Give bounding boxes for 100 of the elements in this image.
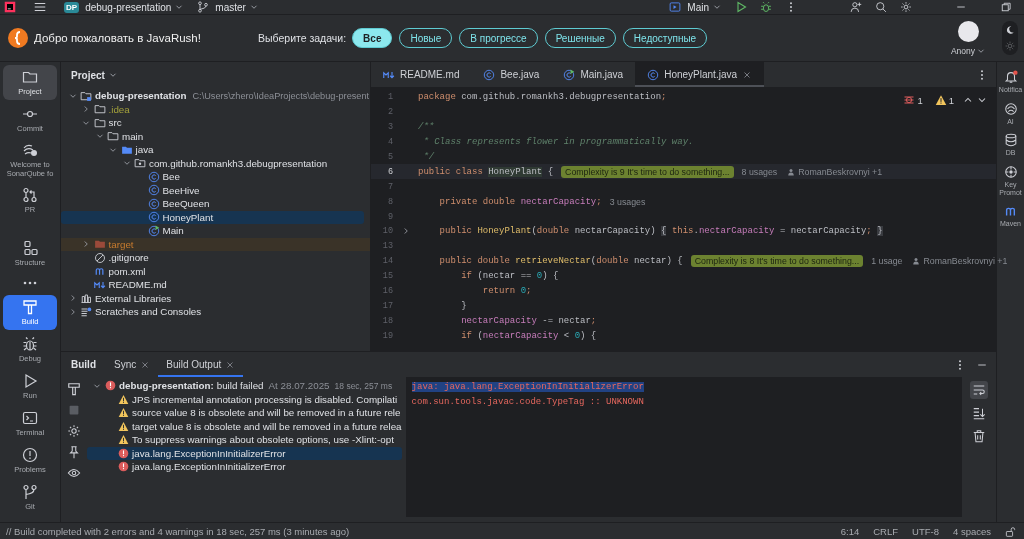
code-line: if (nectar == 0) {	[460, 271, 559, 282]
build-title[interactable]: debug-presentation:	[119, 380, 214, 392]
selected-tree-row[interactable]: java.lang.ExceptionInInitializerError	[87, 446, 402, 460]
moon-icon	[1005, 25, 1015, 35]
error-count[interactable]: 1	[917, 94, 923, 106]
line-number: 9	[386, 211, 393, 222]
pull-request-icon	[22, 186, 38, 203]
build-duration: 18 sec, 257 ms	[334, 380, 393, 391]
hammer-icon	[22, 298, 38, 315]
tree-item-label[interactable]: target	[108, 238, 134, 250]
tree-item-label[interactable]: java	[135, 144, 154, 156]
editor-tab[interactable]: Bee.java	[471, 62, 552, 87]
soft-wrap-icon[interactable]	[970, 381, 988, 399]
usages-hint[interactable]: 1 usage	[871, 256, 903, 267]
settings-icon[interactable]	[900, 1, 912, 13]
close-icon[interactable]	[742, 69, 752, 80]
pin-icon[interactable]	[67, 445, 81, 459]
complexity-hint[interactable]: Complexity is 8 It's time to do something...	[690, 255, 864, 268]
tree-item-label[interactable]: .idea	[108, 103, 130, 115]
filter-tab[interactable]: Все	[352, 28, 393, 48]
tree-item-label[interactable]: Bee	[162, 171, 180, 183]
tree-item-label[interactable]: HoneyPlant	[162, 211, 214, 223]
javarush-logo-icon	[8, 28, 28, 48]
run-icon	[22, 372, 38, 389]
theme-switch[interactable]	[1002, 21, 1018, 55]
editor-tab[interactable]: README.md	[371, 62, 472, 87]
code-line: package com.github.romankh3.debugpresentation;	[418, 92, 667, 103]
bug-icon	[22, 335, 38, 352]
class-icon	[147, 224, 160, 237]
debug-icon[interactable]	[760, 1, 772, 13]
tree-item-label[interactable]: Main	[162, 225, 184, 237]
code-line: public class HoneyPlant {	[418, 166, 554, 177]
build-date: At 28.07.2025	[268, 380, 330, 392]
status-message: // Build completed with 2 errors and 4 warnings in 18 sec, 257 ms (3 minutes ago)	[6, 525, 350, 537]
avatar[interactable]	[957, 20, 979, 42]
branch-name[interactable]: master	[215, 1, 246, 13]
tree-item-label[interactable]: BeeQueen	[162, 198, 210, 210]
error-count-icon[interactable]	[903, 94, 916, 106]
caret-position[interactable]: 6:14	[840, 525, 860, 537]
class-icon	[147, 197, 160, 210]
tree-item-label[interactable]: pom.xml	[108, 265, 146, 277]
tree-item-label[interactable]: BeeHive	[162, 184, 200, 196]
usages-hint[interactable]: 8 usages	[741, 166, 778, 177]
close-icon[interactable]	[140, 359, 151, 370]
menu-icon[interactable]	[33, 0, 47, 14]
line-number: 3	[386, 122, 393, 133]
error-icon	[118, 447, 129, 459]
tree-item-label[interactable]: External Libraries	[95, 292, 172, 304]
build-message[interactable]: JPS incremental annotation processing is disabled. Compilati	[132, 393, 398, 405]
tree-item-label[interactable]: Scratches and Consoles	[95, 306, 202, 318]
panel-tab[interactable]: Build Output	[158, 352, 244, 377]
tree-item-label[interactable]: src	[108, 117, 122, 129]
selected-tree-row[interactable]: HoneyPlant	[61, 210, 364, 224]
git-branch-icon	[22, 483, 38, 500]
close-icon[interactable]	[225, 359, 236, 370]
tree-item-label[interactable]: main	[122, 130, 144, 142]
line-separator[interactable]: CRLF	[873, 525, 899, 537]
editor-tab[interactable]: HoneyPlant.java	[635, 62, 764, 87]
line-number: 8	[386, 196, 393, 207]
build-message[interactable]: java.lang.ExceptionInInitializerError	[132, 461, 286, 473]
build-message[interactable]: To suppress warnings about obsolete options, use -Xlint:-opt	[132, 434, 394, 446]
panel-title[interactable]: Project	[71, 69, 105, 81]
run-config-name[interactable]: Main	[687, 1, 709, 13]
lock-icon[interactable]	[1005, 525, 1016, 537]
line-number: 19	[381, 330, 393, 341]
panel-tab[interactable]: Sync	[106, 352, 159, 377]
indent-setting[interactable]: 4 spaces	[952, 525, 991, 537]
author-hint[interactable]: RomanBeskrovnyi +1	[798, 166, 883, 177]
usages-hint[interactable]: 3 usages	[609, 196, 646, 207]
eye-icon[interactable]	[67, 466, 81, 480]
tree-item-label[interactable]: com.github.romankh3.debugpresentation	[149, 157, 328, 169]
warning-icon[interactable]	[934, 94, 947, 106]
tree-item-label[interactable]: debug-presentation	[95, 90, 187, 102]
project-name[interactable]: debug-presentation	[85, 1, 172, 13]
build-message[interactable]: target value 8 is obsolete and will be removed in a future relea	[132, 420, 402, 432]
tree-item-label[interactable]: README.md	[108, 279, 167, 291]
build-message[interactable]: java.lang.ExceptionInInitializerError	[132, 447, 286, 459]
add-user-icon[interactable]	[850, 1, 862, 13]
file-encoding[interactable]: UTF-8	[912, 525, 939, 537]
tree-item-label[interactable]: .gitignore	[108, 252, 149, 264]
excluded-tree-row[interactable]: target	[61, 237, 370, 251]
build-message[interactable]: source value 8 is obsolete and will be removed in a future rele	[132, 407, 401, 419]
class-icon	[147, 170, 160, 183]
folder-icon	[93, 238, 106, 251]
person-icon	[787, 167, 796, 176]
run-icon[interactable]	[735, 1, 747, 13]
user-name[interactable]: Anony	[950, 45, 975, 56]
scratches-icon	[80, 305, 92, 318]
warning-count[interactable]: 1	[948, 94, 954, 106]
hammer-icon[interactable]	[67, 382, 81, 396]
class-icon	[147, 211, 160, 224]
complexity-hint[interactable]: Complexity is 9 It's time to do something...	[561, 165, 734, 178]
restore-icon[interactable]	[1000, 1, 1012, 13]
settings-icon[interactable]	[67, 424, 81, 438]
line-number: 1	[386, 92, 393, 103]
search-icon[interactable]	[875, 1, 887, 13]
code-line: */	[422, 152, 435, 162]
code-line: private double nectarCapacity;	[438, 196, 602, 207]
editor-tab[interactable]: Main.java	[551, 62, 636, 87]
author-hint[interactable]: RomanBeskrovnyi +1	[923, 256, 1008, 267]
